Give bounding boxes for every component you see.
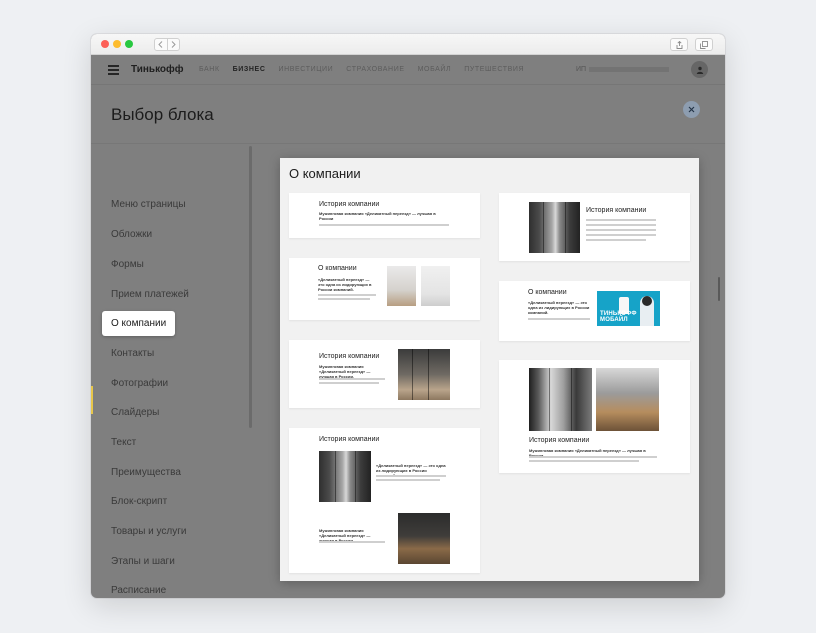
- block-preview-panel: О компании История компании Мужинговая к…: [280, 158, 699, 581]
- nav-business[interactable]: БИЗНЕС: [233, 66, 266, 73]
- close-dialog-button[interactable]: [683, 101, 700, 118]
- category-steps[interactable]: Этапы и шаги: [111, 556, 175, 567]
- tabs-icon: [700, 40, 708, 49]
- chevron-left-icon: [158, 41, 163, 48]
- nav-insurance[interactable]: СТРАХОВАНИЕ: [346, 66, 404, 73]
- category-covers[interactable]: Обложки: [111, 229, 152, 240]
- share-button[interactable]: [670, 38, 688, 51]
- block-template-card[interactable]: История компании: [499, 193, 690, 261]
- block-template-card[interactable]: История компании «Деликатный переезд» — …: [289, 428, 480, 573]
- close-icon: [688, 106, 695, 113]
- nav-travel[interactable]: ПУТЕШЕСТВИЯ: [464, 66, 524, 73]
- nav-bank[interactable]: БАНК: [199, 66, 220, 73]
- sidebar-scrollbar[interactable]: [249, 146, 252, 428]
- browser-titlebar: [91, 34, 725, 55]
- forward-button[interactable]: [166, 39, 180, 50]
- category-sliders[interactable]: Слайдеры: [111, 407, 159, 418]
- block-template-card[interactable]: О компании «Деликатный переезд» — это од…: [289, 258, 480, 320]
- chair-photo: [421, 266, 450, 306]
- main-nav: БАНК БИЗНЕС ИНВЕСТИЦИИ СТРАХОВАНИЕ МОБАЙ…: [199, 66, 537, 73]
- category-products[interactable]: Товары и услуги: [111, 526, 187, 537]
- category-advantages[interactable]: Преимущества: [111, 467, 181, 478]
- maximize-window-button[interactable]: [125, 40, 133, 48]
- block-template-card[interactable]: О компании «Деликатный переезд» — это од…: [499, 281, 690, 341]
- category-contacts[interactable]: Контакты: [111, 348, 154, 359]
- site-header: Тинькофф БАНК БИЗНЕС ИНВЕСТИЦИИ СТРАХОВА…: [91, 55, 725, 85]
- avatar[interactable]: [691, 61, 708, 78]
- user-icon: [696, 66, 703, 74]
- active-category-marker: [91, 386, 93, 414]
- block-template-card[interactable]: История компании Мужинговая компания «Де…: [289, 340, 480, 408]
- category-text[interactable]: Текст: [111, 437, 136, 448]
- minimize-window-button[interactable]: [113, 40, 121, 48]
- burger-menu-icon[interactable]: [108, 65, 119, 78]
- back-button[interactable]: [155, 39, 167, 50]
- workspace-photo: [596, 368, 659, 431]
- category-page-menu[interactable]: Меню страницы: [111, 199, 186, 210]
- block-template-card[interactable]: История компании Мужинговая компания «Де…: [289, 193, 480, 238]
- tinkoff-mobile-banner: ТИНЬКОФФ МОБАЙЛ: [597, 291, 660, 326]
- glass-office-photo: [529, 368, 592, 431]
- panel-title: О компании: [289, 166, 361, 181]
- block-category-list: Меню страницы Обложки Формы Прием платеж…: [91, 144, 256, 598]
- chevron-right-icon: [171, 41, 176, 48]
- panel-scrollbar[interactable]: [718, 277, 720, 301]
- tabs-button[interactable]: [695, 38, 713, 51]
- history-nav: [154, 38, 180, 51]
- category-script-block[interactable]: Блок-скрипт: [111, 496, 167, 507]
- category-payments[interactable]: Прием платежей: [111, 289, 189, 300]
- office-photo: [387, 266, 416, 306]
- category-schedule[interactable]: Расписание: [111, 585, 166, 596]
- account-label[interactable]: ИП: [576, 66, 586, 73]
- share-icon: [676, 40, 682, 49]
- category-photos[interactable]: Фотографии: [111, 378, 168, 389]
- block-template-card[interactable]: История компании Мужинговая компания «Де…: [499, 360, 690, 473]
- hall-photo: [319, 451, 371, 502]
- nav-investments[interactable]: ИНВЕСТИЦИИ: [278, 66, 333, 73]
- account-name-redacted: [589, 67, 669, 72]
- category-forms[interactable]: Формы: [111, 259, 144, 270]
- browser-window: Тинькофф БАНК БИЗНЕС ИНВЕСТИЦИИ СТРАХОВА…: [91, 34, 725, 598]
- meeting-room-photo: [398, 513, 450, 564]
- nav-mobile[interactable]: МОБАЙЛ: [418, 66, 452, 73]
- category-about-company[interactable]: О компании: [102, 311, 176, 336]
- page-title: Выбор блока: [111, 105, 214, 124]
- corridor-photo: [398, 349, 450, 400]
- brand-logo[interactable]: Тинькофф: [131, 64, 184, 75]
- hall-photo: [529, 202, 580, 253]
- close-window-button[interactable]: [101, 40, 109, 48]
